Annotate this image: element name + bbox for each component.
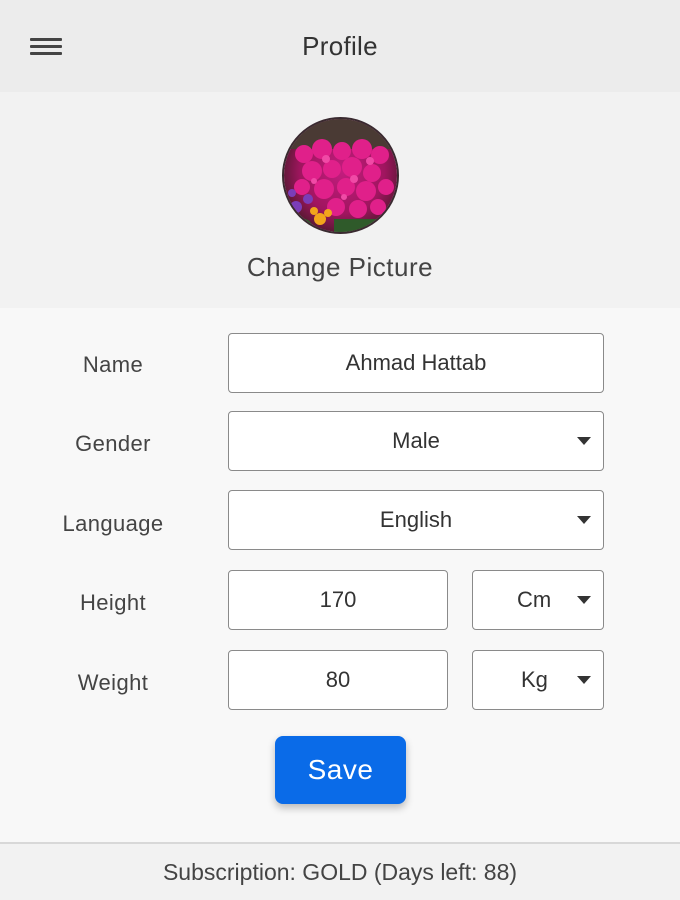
name-label: Name — [82, 352, 144, 377]
gender-value: Male — [392, 428, 440, 453]
gender-label: Gender — [75, 431, 151, 456]
save-button[interactable]: Save — [275, 736, 406, 804]
subscription-footer: Subscription: GOLD (Days left: 88) — [0, 842, 680, 900]
name-value: Ahmad Hattab — [345, 350, 487, 375]
flower-photo — [284, 119, 397, 232]
chevron-down-icon — [577, 596, 591, 604]
page-title: Profile — [302, 30, 378, 61]
change-picture-link[interactable]: Change Picture — [0, 252, 680, 283]
chevron-down-icon — [577, 516, 591, 524]
name-field[interactable]: Ahmad Hattab — [228, 333, 604, 393]
language-value: English — [379, 507, 453, 532]
weight-field[interactable]: 80 — [228, 650, 448, 710]
language-select[interactable]: English — [228, 490, 604, 550]
chevron-down-icon — [577, 676, 591, 684]
weight-unit-select[interactable]: Kg — [472, 650, 604, 710]
app-header: Profile — [0, 0, 680, 92]
height-value: 170 — [319, 587, 357, 612]
height-unit-value: Cm — [517, 587, 552, 612]
weight-label: Weight — [77, 670, 149, 695]
avatar-section: Change Picture — [0, 92, 680, 308]
gender-select[interactable]: Male — [228, 411, 604, 471]
height-label: Height — [80, 590, 146, 615]
language-label: Language — [62, 511, 164, 536]
profile-avatar[interactable] — [282, 117, 399, 234]
subscription-text: Subscription: GOLD (Days left: 88) — [162, 858, 518, 885]
chevron-down-icon — [577, 437, 591, 445]
height-unit-select[interactable]: Cm — [472, 570, 604, 630]
weight-value: 80 — [325, 667, 351, 692]
hamburger-menu-icon[interactable] — [30, 36, 62, 58]
height-field[interactable]: 170 — [228, 570, 448, 630]
weight-unit-value: Kg — [521, 667, 548, 692]
